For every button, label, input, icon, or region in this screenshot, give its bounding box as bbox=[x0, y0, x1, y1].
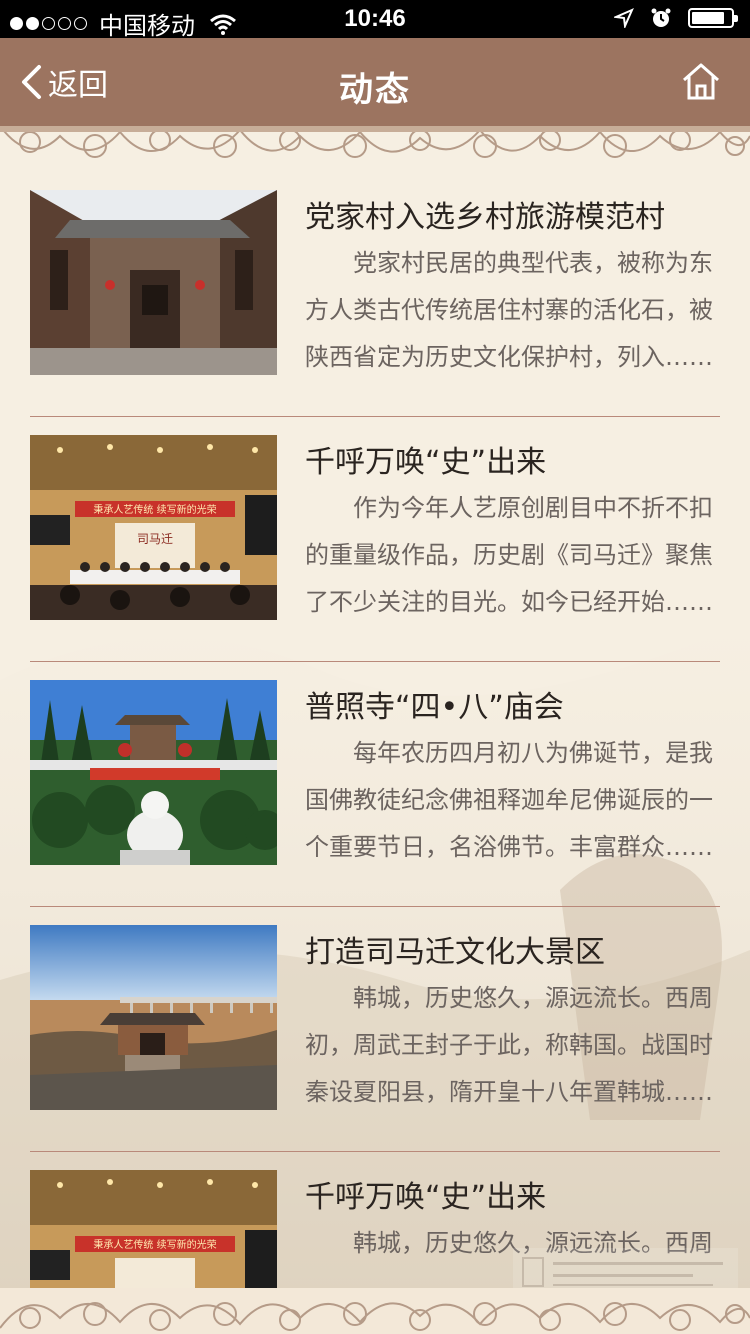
news-item[interactable]: 打造司马迁文化大景区 韩城，历史悠久，源远流长。西周初，周武王封子于此，称韩国。… bbox=[30, 907, 720, 1152]
temple-photo bbox=[30, 680, 277, 865]
battery-icon bbox=[688, 8, 738, 28]
news-summary: 作为今年人艺原创剧目中不折不扣的重量级作品，历史剧《司马迁》聚焦了不少关注的目光… bbox=[305, 494, 713, 616]
svg-text:秉承人艺传统 续写新的光荣: 秉承人艺传统 续写新的光荣 bbox=[93, 503, 216, 516]
svg-text:司马迁: 司马迁 bbox=[137, 532, 173, 546]
cloud-pattern-decoration bbox=[0, 1288, 750, 1334]
location-arrow-icon bbox=[614, 8, 634, 28]
news-title: 党家村入选乡村旅游模范村 bbox=[305, 200, 665, 235]
battery-level bbox=[692, 12, 725, 24]
svg-text:秉承人艺传统 续写新的光荣: 秉承人艺传统 续写新的光荣 bbox=[93, 1238, 216, 1251]
press-conference-photo: 秉承人艺传统 续写新的光荣 司马迁 bbox=[30, 435, 277, 620]
status-bar: 中国移动 10:46 bbox=[0, 0, 750, 40]
status-right bbox=[614, 7, 738, 29]
news-summary: 每年农历四月初八为佛诞节，是我国佛教徒纪念佛祖释迦牟尼佛诞辰的一个重要节日，名浴… bbox=[305, 739, 713, 861]
alarm-clock-icon bbox=[651, 8, 671, 27]
news-summary: 党家村民居的典型代表，被称为东方人类古代传统居住村寨的活化石，被陕西省定为历史文… bbox=[305, 249, 713, 371]
news-item[interactable]: 普照寺“四•八”庙会 每年农历四月初八为佛诞节，是我国佛教徒纪念佛祖释迦牟尼佛诞… bbox=[30, 662, 720, 907]
news-title: 打造司马迁文化大景区 bbox=[305, 935, 605, 970]
news-list: 党家村入选乡村旅游模范村 党家村民居的典型代表，被称为东方人类古代传统居住村寨的… bbox=[30, 172, 720, 1334]
home-icon[interactable] bbox=[680, 60, 722, 102]
landscape-gate-photo bbox=[30, 925, 277, 1110]
page-title: 动态 bbox=[339, 70, 411, 110]
courtyard-photo bbox=[30, 190, 277, 375]
nav-bar: 返回 动态 bbox=[0, 38, 750, 128]
news-summary: 韩城，历史悠久，源远流长。西周初，周武王封子于此，称韩国。战国时秦设夏阳县，隋开… bbox=[305, 984, 713, 1106]
news-title: 千呼万唤“史”出来 bbox=[305, 1180, 547, 1215]
news-item[interactable]: 秉承人艺传统 续写新的光荣 司马迁 千呼万唤“史”出来 作为今年人艺原创剧目中不… bbox=[30, 417, 720, 662]
news-title: 普照寺“四•八”庙会 bbox=[305, 690, 564, 725]
cloud-pattern-decoration bbox=[0, 126, 750, 172]
news-title: 千呼万唤“史”出来 bbox=[305, 445, 547, 480]
news-item[interactable]: 党家村入选乡村旅游模范村 党家村民居的典型代表，被称为东方人类古代传统居住村寨的… bbox=[30, 172, 720, 417]
